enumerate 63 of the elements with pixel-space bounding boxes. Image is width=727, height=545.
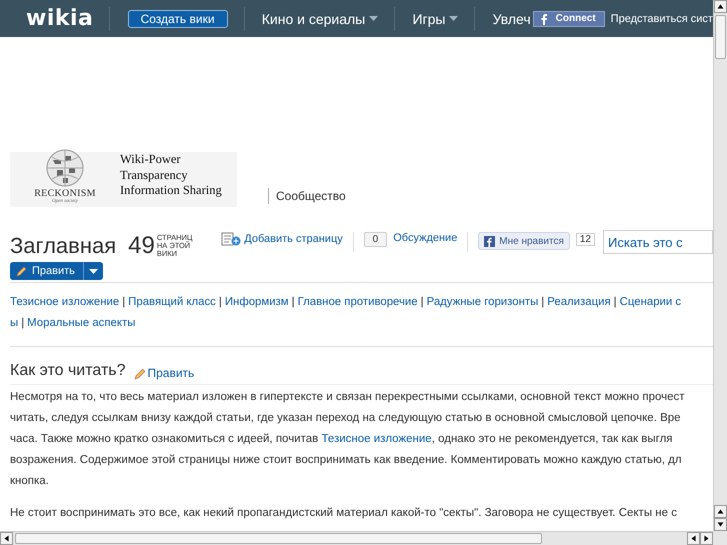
wordmark-line: Wiki-Power xyxy=(120,152,182,168)
discussion-link[interactable]: Обсуждение xyxy=(393,232,458,244)
separator: | xyxy=(420,295,424,310)
scrollbar-thumb[interactable] xyxy=(15,533,542,544)
horizontal-scrollbar[interactable] xyxy=(0,531,713,545)
nav-link[interactable]: Сценарии с xyxy=(620,292,682,313)
facebook-connect-button[interactable]: Connect xyxy=(532,10,605,26)
caret-icon xyxy=(88,268,98,274)
separator: | xyxy=(614,295,617,310)
page-title: Заглавная xyxy=(10,233,116,259)
edit-link[interactable]: Править xyxy=(134,366,194,380)
pencil-icon xyxy=(16,265,28,277)
wordmark-line: Information Sharing xyxy=(120,183,222,198)
scroll-up-button[interactable] xyxy=(714,505,727,518)
paragraph-line: читать, следуя ссылкам внизу каждой статьи, где указан переход на следующую статью в основной смысловой цепочке. Вре xyxy=(10,411,682,426)
nav-link[interactable]: Главное противоречие xyxy=(298,292,418,313)
community-link[interactable]: Сообщество xyxy=(268,188,346,204)
separator: | xyxy=(541,295,544,310)
nav-link[interactable]: Радужные горизонты xyxy=(426,292,538,313)
add-page-icon xyxy=(221,232,242,246)
wikia-logo[interactable]: wikia xyxy=(26,6,94,31)
nav-link[interactable]: ы xyxy=(10,313,18,334)
separator: | xyxy=(21,316,24,331)
paragraph-line: Несмотря на то, что весь материал изложен в гипертексте и связан перекрестными ссылками, основной текст можно прочест xyxy=(10,390,686,405)
scroll-down-button[interactable] xyxy=(714,518,727,531)
scroll-left-button[interactable] xyxy=(687,532,700,545)
menu-item[interactable]: Кино и сериалы xyxy=(262,10,378,26)
search-field[interactable]: Искать это с xyxy=(603,230,713,254)
paragraph-line: Не стоит воспринимать это все, как некий пропагандистский материал какой-то "секты". Заговора не существует. Секты не с xyxy=(10,506,678,521)
add-page-link[interactable]: Добавить страницу xyxy=(221,232,343,246)
nav-link[interactable]: Информизм xyxy=(224,292,289,313)
menu-item[interactable]: Увлеч xyxy=(492,10,531,26)
scrollbar-thumb[interactable] xyxy=(715,15,726,59)
text-link[interactable]: Тезисное изложение xyxy=(321,433,432,445)
paragraph-line: возражения. Содержимое этой страницы ниже стоит воспринимать как введение. Комментировать можно каждую статью, дл xyxy=(10,453,683,468)
paragraph-line: часа. Также можно кратко ознакомиться с идеей, почитав Тезисное изложение, однако это не рекомендуется, так как выгля xyxy=(10,432,674,447)
wordmark-line: Transparency xyxy=(120,168,189,183)
vertical-scrollbar[interactable] xyxy=(713,0,727,531)
edit-button[interactable]: Править xyxy=(10,262,83,280)
menu-item[interactable]: Игры xyxy=(412,10,458,26)
nav-link[interactable]: Правящий класс xyxy=(128,292,216,313)
facebook-icon xyxy=(484,236,496,246)
like-count: 12 xyxy=(576,233,595,246)
nav-link[interactable]: Тезисное изложение xyxy=(10,292,120,313)
separator: | xyxy=(122,295,126,310)
separator: | xyxy=(218,295,222,310)
page-count: 49 xyxy=(128,232,155,260)
create-wiki-button[interactable]: Создать вики xyxy=(128,10,228,28)
scroll-left-button[interactable] xyxy=(0,532,13,545)
separator: | xyxy=(292,295,295,310)
nav-link[interactable]: Моральные аспекты xyxy=(27,313,136,334)
nav-link[interactable]: Реализация xyxy=(547,292,611,313)
scrollbar-corner xyxy=(713,531,727,545)
section-heading: Как это читать? xyxy=(10,362,126,380)
like-button[interactable]: Мне нравится xyxy=(478,232,570,250)
login-link[interactable]: Представиться сист xyxy=(610,12,713,24)
pencil-icon xyxy=(134,367,146,380)
comment-count-bubble: 0 xyxy=(364,232,388,247)
paragraph-line: кнопка. xyxy=(10,474,50,489)
scroll-up-button[interactable] xyxy=(714,0,727,13)
logo-name: RECKONISM xyxy=(34,188,96,199)
dropdown-button[interactable] xyxy=(82,262,103,280)
scroll-right-button[interactable] xyxy=(700,532,713,545)
